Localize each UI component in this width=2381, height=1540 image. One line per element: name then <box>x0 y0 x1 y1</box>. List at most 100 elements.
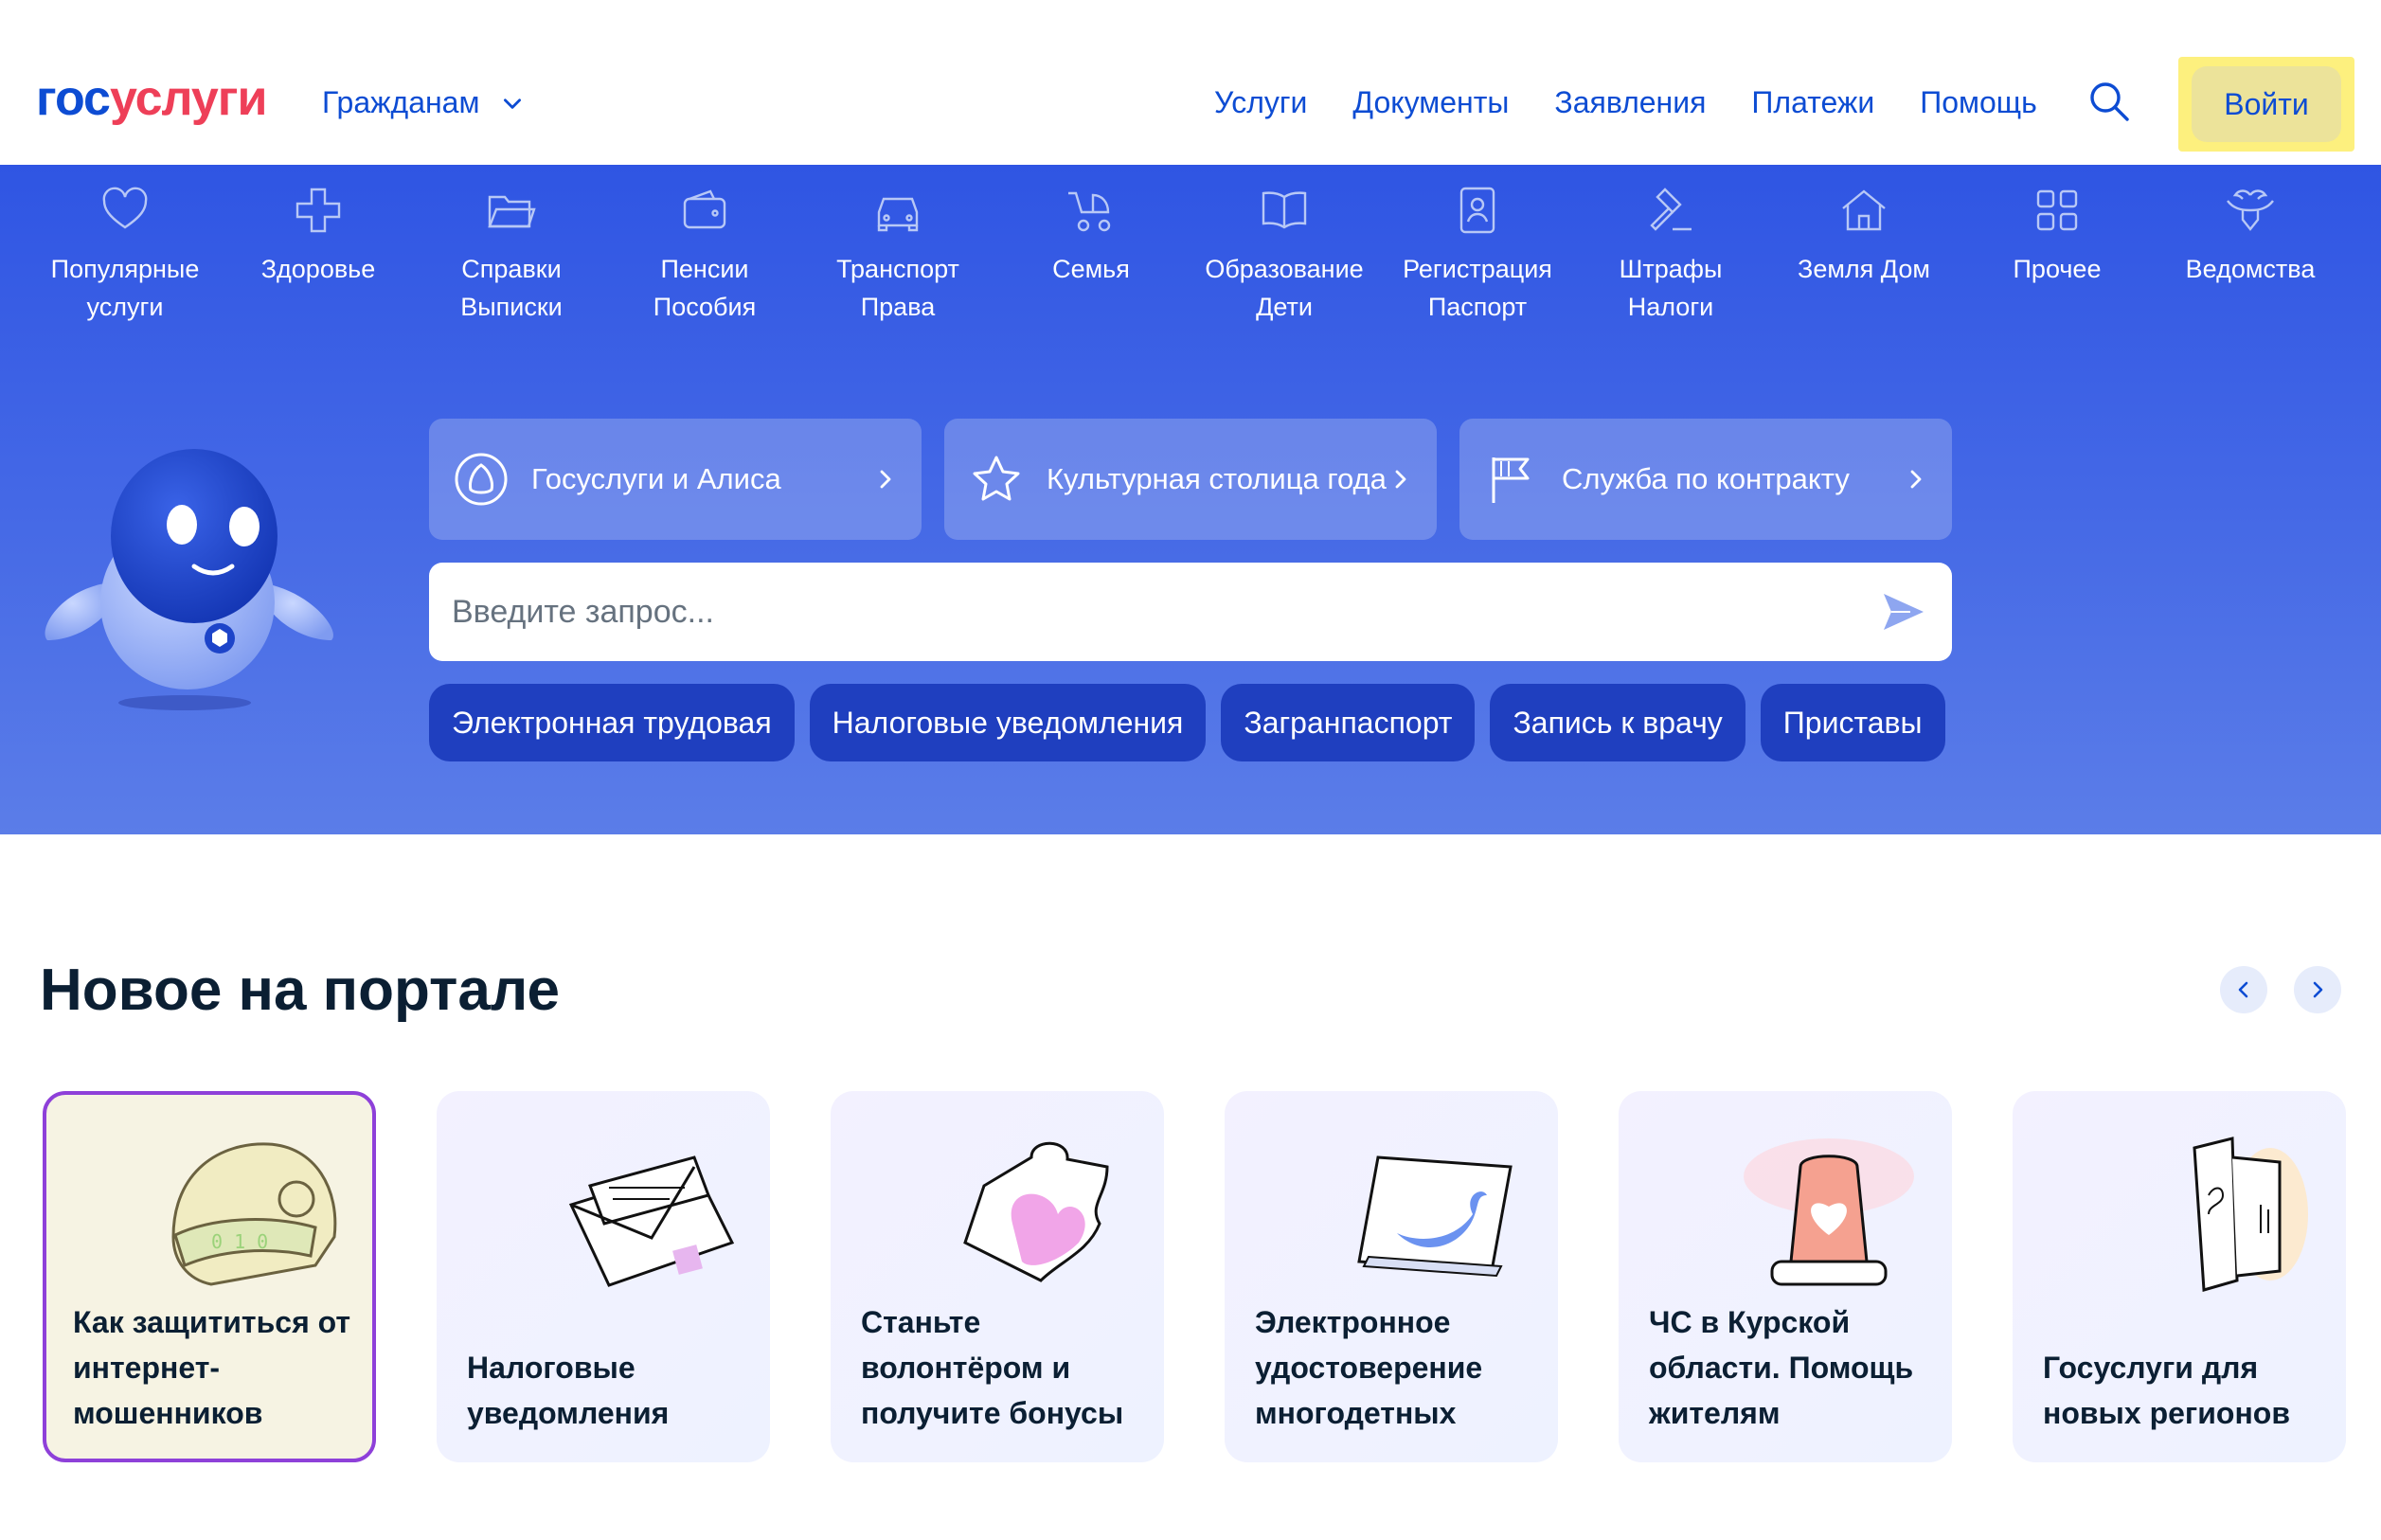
chip-bailiffs[interactable]: Приставы <box>1760 684 1945 761</box>
category-label: Справки Выписки <box>460 255 563 321</box>
audience-label: Гражданам <box>322 85 480 119</box>
nav-payments[interactable]: Платежи <box>1751 85 1874 120</box>
news-card-kursk-emergency[interactable]: ЧС в Курской области. Помощь жителям <box>1619 1091 1952 1462</box>
category-agencies[interactable]: Ведомства <box>2154 184 2347 326</box>
medical-cross-icon <box>295 188 341 233</box>
heart-icon <box>102 187 148 229</box>
quick-chips: Электронная трудовая Налоговые уведомлен… <box>429 684 1945 761</box>
puzzle-icon <box>963 1141 1109 1282</box>
nav-applications[interactable]: Заявления <box>1554 85 1706 120</box>
search-input[interactable] <box>452 593 1878 631</box>
gavel-icon <box>1650 188 1692 231</box>
send-icon[interactable] <box>1878 586 1929 637</box>
alarm-icon <box>1744 1138 1914 1286</box>
news-card-label: Госуслуги для новых регионов <box>2043 1351 2290 1430</box>
id-card-icon <box>1459 187 1495 234</box>
category-label: Земля Дом <box>1798 255 1930 283</box>
category-label: Образование Дети <box>1205 255 1364 321</box>
grid-icon <box>2036 189 2078 231</box>
promo-label: Культурная столица года <box>1047 462 1387 495</box>
news-card-label: ЧС в Курской области. Помощь жителям <box>1649 1305 1914 1430</box>
door-icon <box>2193 1137 2308 1292</box>
login-highlight: Войти <box>2178 57 2354 152</box>
category-label: Ведомства <box>2185 255 2316 283</box>
category-registration[interactable]: Регистрация Паспорт <box>1381 184 1574 326</box>
category-transport[interactable]: Транспорт Права <box>801 184 994 326</box>
search-icon[interactable] <box>2087 80 2131 123</box>
promo-label: Госуслуги и Алиса <box>531 462 781 495</box>
emblem-icon <box>2227 189 2274 231</box>
category-label: Регистрация Паспорт <box>1403 255 1552 321</box>
promo-label: Служба по контракту <box>1562 462 1850 495</box>
category-pensions[interactable]: Пенсии Пособия <box>608 184 801 326</box>
folder-icon <box>488 195 536 228</box>
chevron-right-icon <box>2313 981 2323 998</box>
promo-contract-service[interactable]: Служба по контракту <box>1459 419 1952 540</box>
nav-services[interactable]: Услуги <box>1214 85 1307 120</box>
carousel-next-button[interactable] <box>2294 966 2341 1013</box>
promo-alice[interactable]: Госуслуги и Алиса <box>429 419 922 540</box>
news-card-label: Как защититься от интернет-мошенников <box>73 1305 351 1430</box>
category-health[interactable]: Здоровье <box>222 184 415 326</box>
chevron-right-icon <box>1910 470 1922 489</box>
section-title: Новое на портале <box>40 958 560 1023</box>
stroller-icon <box>1068 191 1111 232</box>
star-icon <box>973 456 1020 501</box>
category-label: Семья <box>1052 255 1130 283</box>
news-card-label: Станьте волонтёром и получите бонусы <box>861 1305 1124 1430</box>
news-card-volunteer[interactable]: Станьте волонтёром и получите бонусы <box>831 1091 1164 1462</box>
wallet-icon <box>683 189 726 229</box>
audience-dropdown[interactable]: Гражданам <box>322 85 525 120</box>
chevron-right-icon <box>1395 470 1406 489</box>
news-card-fraud[interactable]: 0 1 0 Как защититься от интернет-мошенни… <box>43 1091 376 1462</box>
nav-documents[interactable]: Документы <box>1352 85 1509 120</box>
helmet-icon: 0 1 0 <box>171 1142 337 1286</box>
category-label: Транспорт Права <box>836 255 959 321</box>
category-land-house[interactable]: Земля Дом <box>1767 184 1960 326</box>
certificate-icon <box>1357 1155 1513 1278</box>
category-certificates[interactable]: Справки Выписки <box>415 184 608 326</box>
news-card-tax[interactable]: Налоговые уведомления <box>437 1091 770 1462</box>
login-button[interactable]: Войти <box>2192 66 2341 142</box>
category-family[interactable]: Семья <box>994 184 1188 326</box>
svg-text:0 1 0: 0 1 0 <box>211 1230 268 1253</box>
envelope-icon <box>568 1155 735 1287</box>
search-bar <box>429 563 1952 661</box>
category-other[interactable]: Прочее <box>1960 184 2154 326</box>
category-label: Штрафы Налоги <box>1619 255 1723 321</box>
house-icon <box>1842 189 1886 231</box>
nav-help[interactable]: Помощь <box>1920 85 2037 120</box>
news-card-new-regions[interactable]: Госуслуги для новых регионов <box>2013 1091 2346 1462</box>
promo-culture-capital[interactable]: Культурная столица года <box>944 419 1437 540</box>
category-fines[interactable]: Штрафы Налоги <box>1574 184 1767 326</box>
book-icon <box>1262 191 1307 229</box>
promo-tiles: Госуслуги и Алиса Культурная столица год… <box>429 419 1952 540</box>
news-card-label: Налоговые уведомления <box>467 1351 670 1430</box>
alice-icon <box>455 453 508 506</box>
category-education[interactable]: Образование Дети <box>1188 184 1381 326</box>
car-icon <box>877 197 919 232</box>
robot-mascot-illustration <box>45 449 333 710</box>
site-header: госуслуги Гражданам Услуги Документы Зая… <box>0 0 2381 165</box>
top-nav: Услуги Документы Заявления Платежи Помощ… <box>1214 85 2037 120</box>
category-label: Пенсии Пособия <box>653 255 757 321</box>
chevron-left-icon <box>2238 981 2248 998</box>
chip-doctor-appointment[interactable]: Запись к врачу <box>1490 684 1745 761</box>
carousel-prev-button[interactable] <box>2220 966 2267 1013</box>
chevron-down-icon <box>504 98 522 109</box>
chip-electronic-workbook[interactable]: Электронная трудовая <box>429 684 795 761</box>
chip-tax-notifications[interactable]: Налоговые уведомления <box>809 684 1207 761</box>
news-card-large-family-id[interactable]: Электронное удостоверение многодетных <box>1225 1091 1558 1462</box>
category-popular[interactable]: Популярные услуги <box>28 184 222 326</box>
category-label: Прочее <box>2013 255 2102 283</box>
chevron-right-icon <box>880 470 891 489</box>
news-cards: 0 1 0 Как защититься от интернет-мошенни… <box>43 1091 2346 1462</box>
hero-section: Популярные услуги Здоровье Справки Выпис… <box>0 165 2381 834</box>
category-label: Популярные услуги <box>50 255 200 321</box>
flag-icon <box>1492 457 1530 503</box>
gosuslugi-logo[interactable]: госуслуги <box>36 74 267 123</box>
chip-foreign-passport[interactable]: Загранпаспорт <box>1221 684 1476 761</box>
news-card-label: Электронное удостоверение многодетных <box>1255 1305 1483 1430</box>
category-label: Здоровье <box>260 255 376 283</box>
category-bar: Популярные услуги Здоровье Справки Выпис… <box>28 184 2347 326</box>
